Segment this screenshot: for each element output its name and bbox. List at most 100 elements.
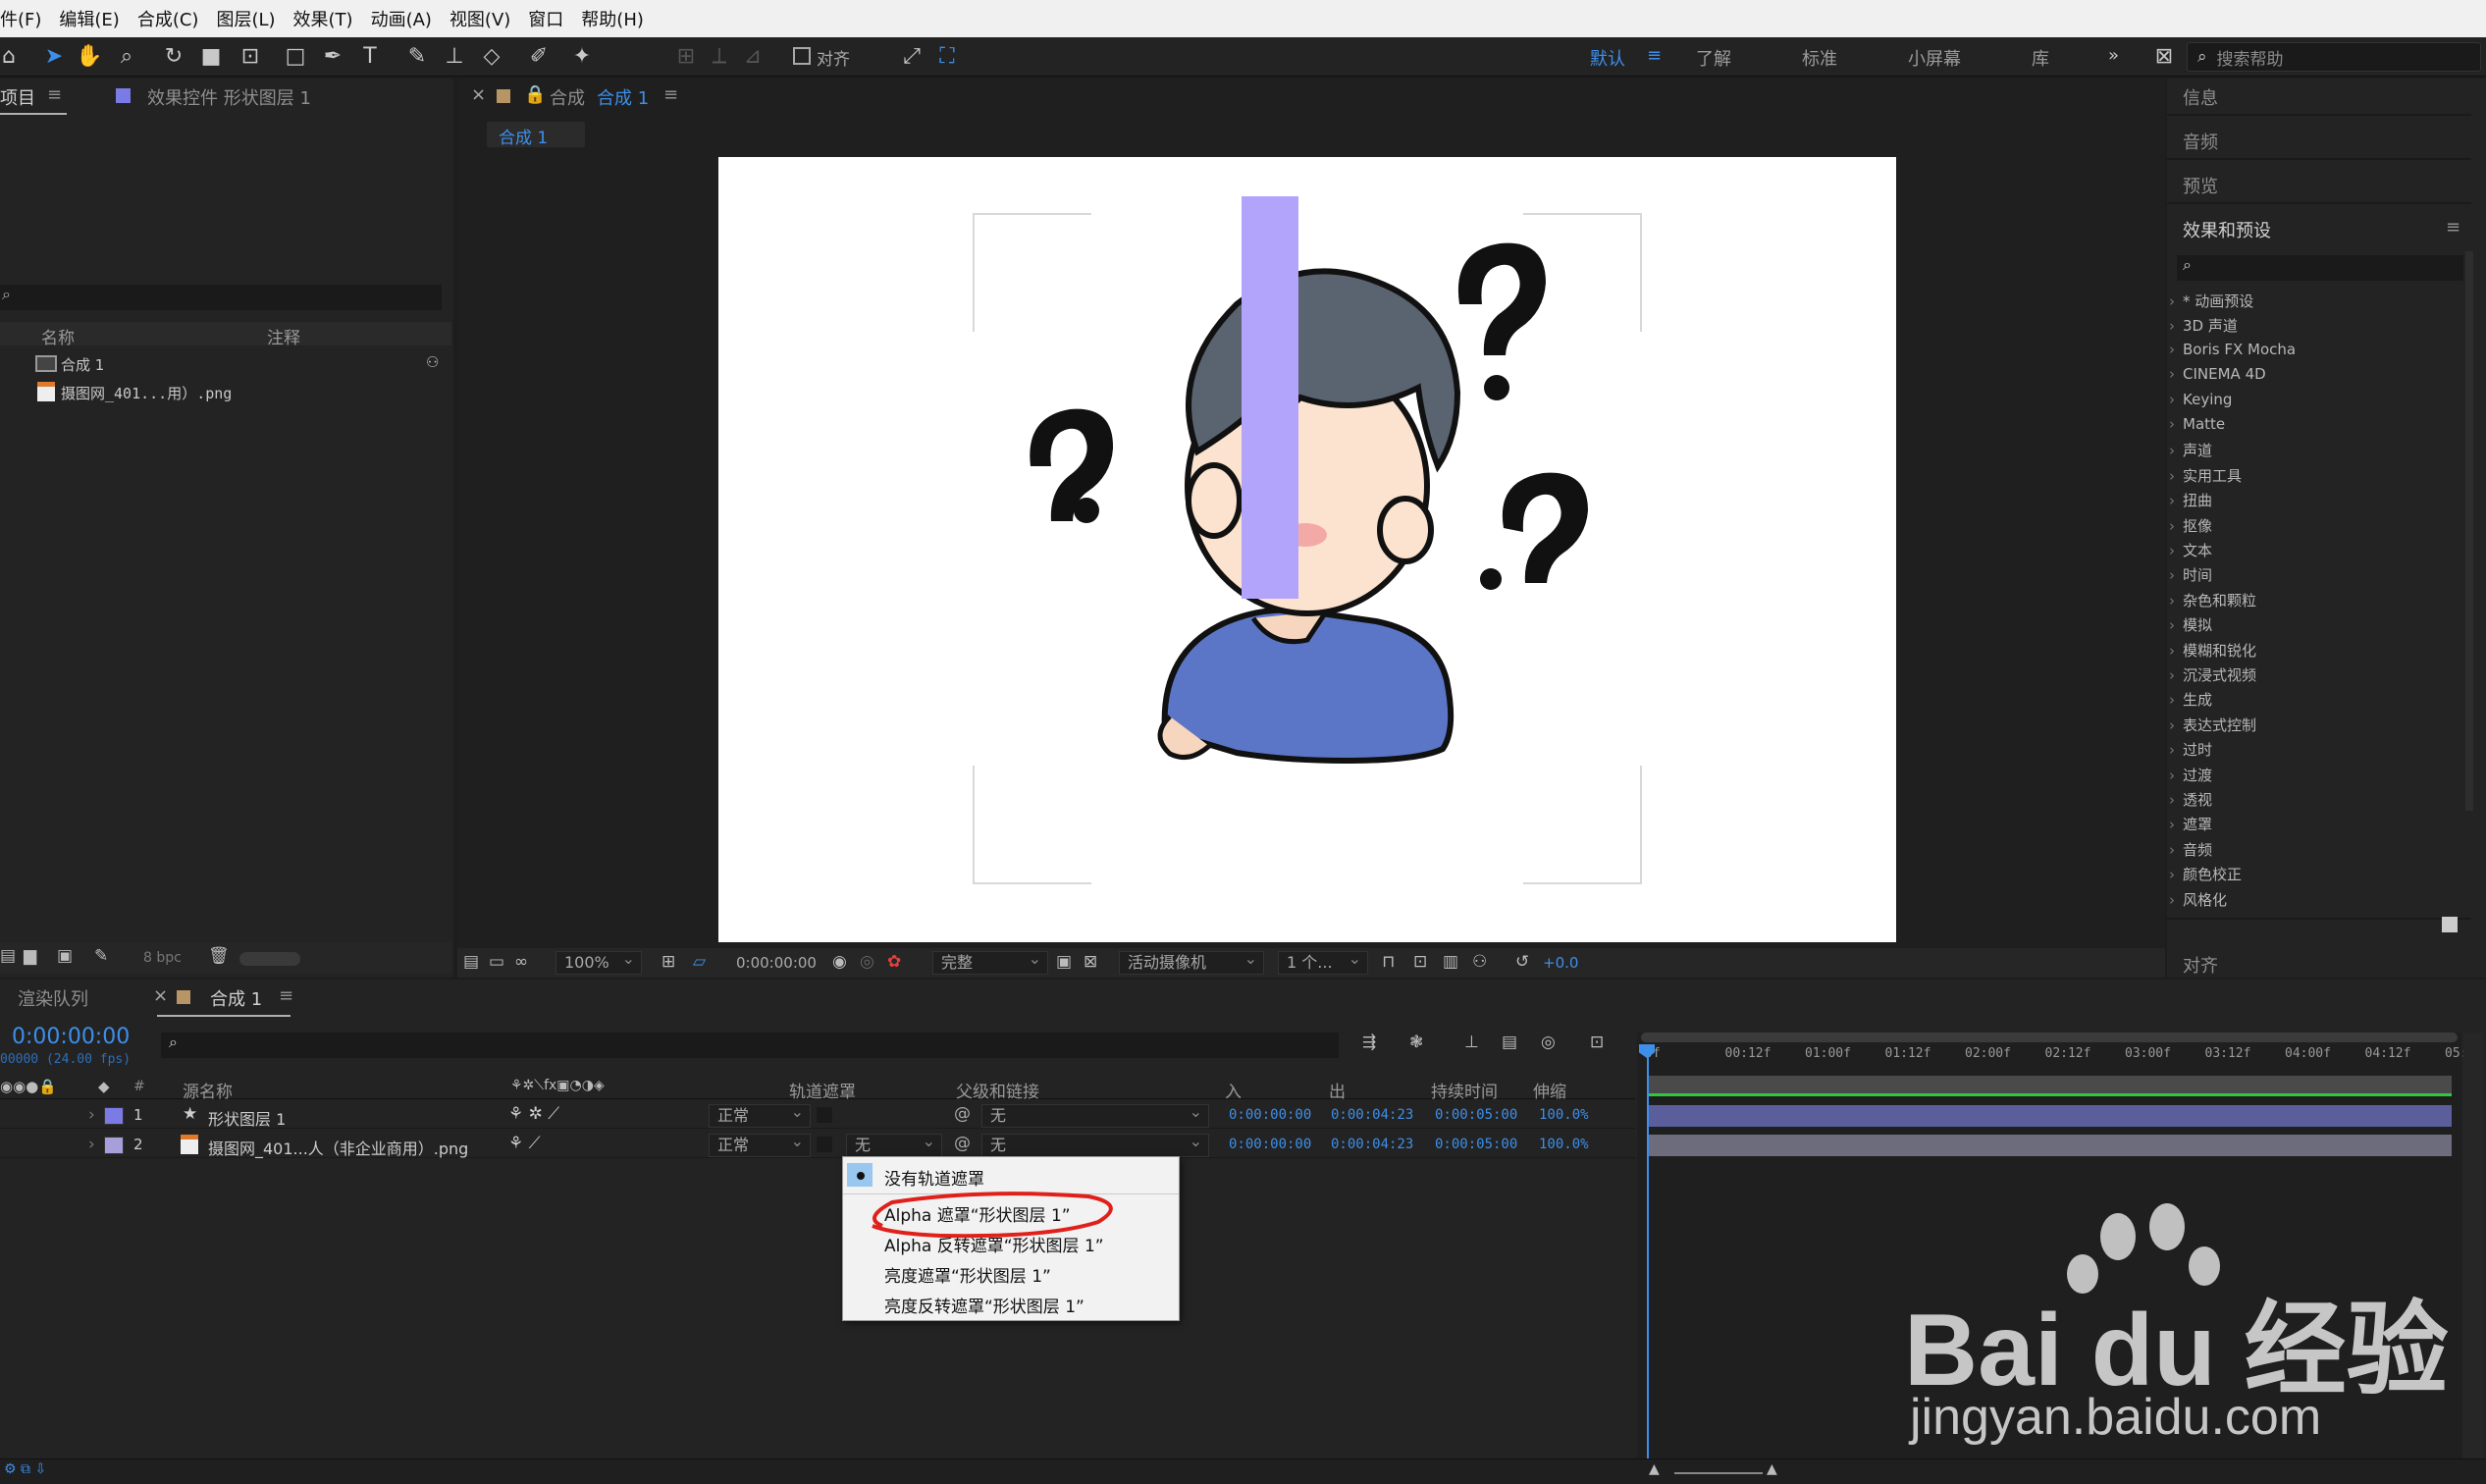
project-item[interactable]: 摄图网_401...用）.png [0, 381, 453, 402]
effect-category[interactable]: › 表达式控制 [2169, 715, 2256, 735]
menu-no-track-matte[interactable]: 没有轨道遮罩 [884, 1165, 984, 1190]
toggle-mask-icon[interactable]: ▣ [1056, 952, 1072, 972]
new-folder-icon[interactable] [2442, 917, 2458, 932]
workspace-learn[interactable]: 了解 [1696, 45, 1731, 71]
menu-edit[interactable]: 编辑(E) [50, 6, 128, 31]
zoom-in-icon[interactable]: ▲ [1767, 1461, 1777, 1477]
effects-scrollbar[interactable] [2465, 251, 2473, 811]
panel-menu-icon[interactable]: ≡ [2446, 217, 2460, 238]
col-stretch[interactable]: 伸缩 [1533, 1078, 1566, 1102]
menu-view[interactable]: 视图(V) [441, 6, 519, 31]
effect-category[interactable]: › 生成 [2169, 689, 2212, 710]
effect-category[interactable]: › 模拟 [2169, 614, 2212, 635]
selection-tool-icon[interactable]: ➤ [39, 41, 69, 71]
workspace-default[interactable]: 默认 [1590, 45, 1625, 71]
menu-luma-matte[interactable]: 亮度遮罩“形状图层 1” [884, 1262, 1051, 1287]
rectangle-tool-icon[interactable]: □ [281, 41, 310, 71]
effect-category[interactable]: › * 动画预设 [2169, 291, 2253, 311]
effect-category[interactable]: › 遮罩 [2169, 814, 2212, 834]
effects-search-input[interactable]: ⌕ [2177, 255, 2463, 281]
brush-tool-icon[interactable]: ✎ [402, 41, 432, 71]
current-time-display[interactable]: 0:00:00:00 [12, 1025, 130, 1049]
new-composition-icon[interactable]: ▣ [57, 946, 73, 966]
new-folder-icon[interactable]: ▆ [24, 946, 36, 966]
col-parent[interactable]: 父级和链接 [956, 1078, 1039, 1102]
local-axis-icon[interactable]: ⊞ [671, 41, 701, 71]
pickwhip-icon[interactable]: @ [954, 1104, 971, 1124]
label-icon[interactable]: ◆ [98, 1078, 110, 1095]
puppet-pin-tool-icon[interactable]: ✦ [567, 41, 597, 71]
align-panel-title[interactable]: 对齐 [2183, 952, 2218, 978]
flowchart-icon[interactable]: ⚇ [426, 353, 439, 371]
zoom-out-icon[interactable]: ▲ [1649, 1461, 1660, 1477]
panel-menu-icon[interactable]: ≡ [47, 84, 62, 105]
time-ruler[interactable]: 0f00:12f01:00f01:12f02:00f02:12f03:00f03… [1637, 1044, 2475, 1070]
snap-option-icon[interactable]: ⤢ [897, 41, 926, 71]
workspace-standard[interactable]: 标准 [1802, 45, 1837, 71]
type-tool-icon[interactable]: T [355, 41, 385, 71]
layer-out[interactable]: 0:00:04:23 [1331, 1137, 1413, 1152]
switches-icons[interactable]: ⚘✲⟍fx▣◔◑◈ [510, 1078, 605, 1093]
preview-panel-title[interactable]: 预览 [2183, 173, 2218, 198]
col-name[interactable]: 名称 [41, 324, 75, 348]
effect-category[interactable]: › 过渡 [2169, 765, 2212, 785]
home-icon[interactable]: ⌂ [0, 41, 24, 71]
effect-category[interactable]: › CINEMA 4D [2169, 365, 2266, 383]
effect-category[interactable]: › 模糊和锐化 [2169, 640, 2256, 661]
expand-icon[interactable]: › [88, 1105, 95, 1125]
layer-row-2[interactable]: › 2 摄图网_401...人（非企业商用）.png ⚘ ⟋ 正常 无 @ 无 … [0, 1131, 1635, 1158]
project-item[interactable]: 合成 1 ⚇ [0, 353, 453, 375]
transparency-grid-icon[interactable]: ⊠ [1084, 952, 1097, 972]
effect-category[interactable]: › 实用工具 [2169, 465, 2242, 486]
zoom-tool-icon[interactable]: ⌕ [112, 41, 141, 71]
roto-brush-tool-icon[interactable]: ✐ [524, 41, 554, 71]
layer-name[interactable]: 摄图网_401...人（非企业商用）.png [208, 1136, 468, 1159]
layer-name[interactable]: 形状图层 1 [208, 1106, 286, 1130]
menu-window[interactable]: 窗口 [519, 6, 572, 31]
breadcrumb[interactable]: 合成 1 [487, 122, 585, 148]
trash-icon[interactable]: 🗑 [208, 946, 230, 966]
exposure-value[interactable]: +0.0 [1543, 954, 1578, 972]
menu-effect[interactable]: 效果(T) [285, 6, 362, 31]
pen-tool-icon[interactable]: ✒ [318, 41, 347, 71]
blend-mode-dropdown[interactable]: 正常 [709, 1101, 811, 1128]
playhead[interactable] [1647, 1050, 1649, 1482]
view-axis-icon[interactable]: ⊿ [738, 41, 767, 71]
camera-dropdown[interactable]: 活动摄像机 [1119, 948, 1264, 975]
interpret-footage-icon[interactable]: ▤ [0, 946, 16, 966]
effect-category[interactable]: › Boris FX Mocha [2169, 341, 2296, 358]
tab-effect-controls[interactable]: 效果控件 形状图层 1 [147, 84, 311, 110]
layer-duration[interactable]: 0:00:05:00 [1435, 1107, 1517, 1123]
zoom-slider[interactable] [1674, 1472, 1763, 1474]
effect-category[interactable]: › 扭曲 [2169, 490, 2212, 510]
effect-category[interactable]: › 沉浸式视频 [2169, 664, 2256, 685]
expand-icon[interactable]: › [88, 1135, 95, 1154]
menu-luma-inverted-matte[interactable]: 亮度反转遮罩“形状图层 1” [884, 1293, 1084, 1317]
lock-icon[interactable]: 🔒 [524, 84, 546, 105]
always-preview-icon[interactable]: ▤ [463, 952, 479, 972]
more-workspaces-icon[interactable]: » [2108, 45, 2119, 66]
preserve-transparency-box[interactable] [817, 1137, 832, 1152]
menu-composition[interactable]: 合成(C) [129, 6, 208, 31]
layer-2-bar[interactable] [1647, 1135, 2452, 1156]
composition-mini-flowchart-icon[interactable]: ⇶ [1362, 1033, 1376, 1052]
hide-shy-layers-icon[interactable]: ⊥ [1464, 1033, 1479, 1052]
preserve-transparency-box[interactable] [817, 1107, 832, 1123]
effect-category[interactable]: › 声道 [2169, 440, 2212, 460]
panel-menu-icon[interactable]: ≡ [663, 84, 678, 105]
col-track-matte[interactable]: 轨道遮罩 [789, 1078, 856, 1102]
snapshot-icon[interactable]: ◉ [832, 952, 847, 972]
workspace-small-screen[interactable]: 小屏幕 [1908, 45, 1961, 71]
info-panel-title[interactable]: 信息 [2183, 84, 2218, 110]
shy-switch-icon[interactable]: ⚘ ✲ ⟋ [508, 1104, 559, 1124]
color-channels-icon[interactable]: ✿ [887, 952, 901, 972]
effect-category[interactable]: › 杂色和颗粒 [2169, 590, 2256, 610]
parent-dropdown[interactable]: 无 [981, 1101, 1209, 1128]
region-of-interest-icon[interactable]: ▱ [693, 952, 706, 972]
frame-blending-icon[interactable]: ▤ [1502, 1033, 1517, 1052]
thumbnail-slider[interactable] [239, 952, 300, 966]
workspace-libraries[interactable]: 库 [2032, 45, 2049, 71]
effect-category[interactable]: › 音频 [2169, 839, 2212, 860]
blend-mode-dropdown[interactable]: 正常 [709, 1131, 811, 1157]
adjust-settings-icon[interactable]: ✎ [94, 946, 108, 966]
